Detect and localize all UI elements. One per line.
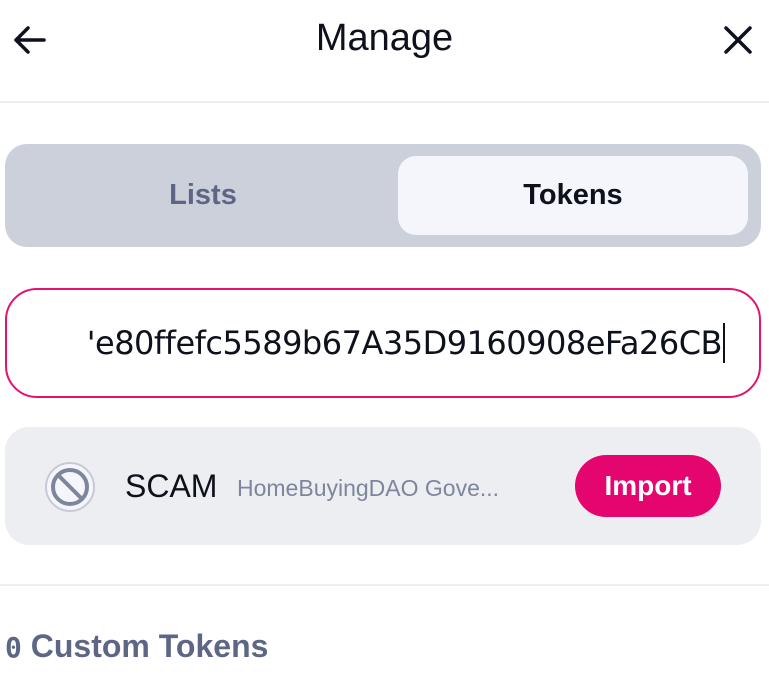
close-button[interactable] bbox=[718, 20, 758, 60]
custom-tokens-label: Custom Tokens bbox=[21, 628, 269, 664]
token-result-row: SCAM HomeBuyingDAO Gove... Import bbox=[5, 427, 761, 545]
token-symbol: SCAM bbox=[125, 468, 218, 504]
search-input-value: 'e80ffefc5589b67A35D9160908eFa26CB bbox=[86, 324, 723, 362]
custom-tokens-heading: 0 Custom Tokens bbox=[5, 626, 268, 668]
blocked-icon bbox=[44, 461, 96, 513]
close-icon bbox=[724, 26, 752, 54]
token-name: HomeBuyingDAO Gove... bbox=[237, 475, 500, 501]
header-divider bbox=[0, 101, 769, 103]
text-caret bbox=[723, 323, 725, 363]
search-input-field[interactable]: 'e80ffefc5589b67A35D9160908eFa26CB bbox=[87, 290, 725, 396]
token-address-input[interactable]: 'e80ffefc5589b67A35D9160908eFa26CB bbox=[5, 288, 761, 398]
tab-switcher: Lists Tokens bbox=[5, 144, 761, 247]
modal-header: Manage bbox=[0, 0, 769, 102]
import-button[interactable]: Import bbox=[575, 455, 721, 517]
page-title: Manage bbox=[315, 17, 454, 59]
tab-tokens[interactable]: Tokens bbox=[398, 156, 748, 235]
tab-lists[interactable]: Lists bbox=[17, 156, 389, 235]
custom-tokens-count: 0 bbox=[5, 631, 22, 664]
section-divider bbox=[0, 584, 769, 586]
